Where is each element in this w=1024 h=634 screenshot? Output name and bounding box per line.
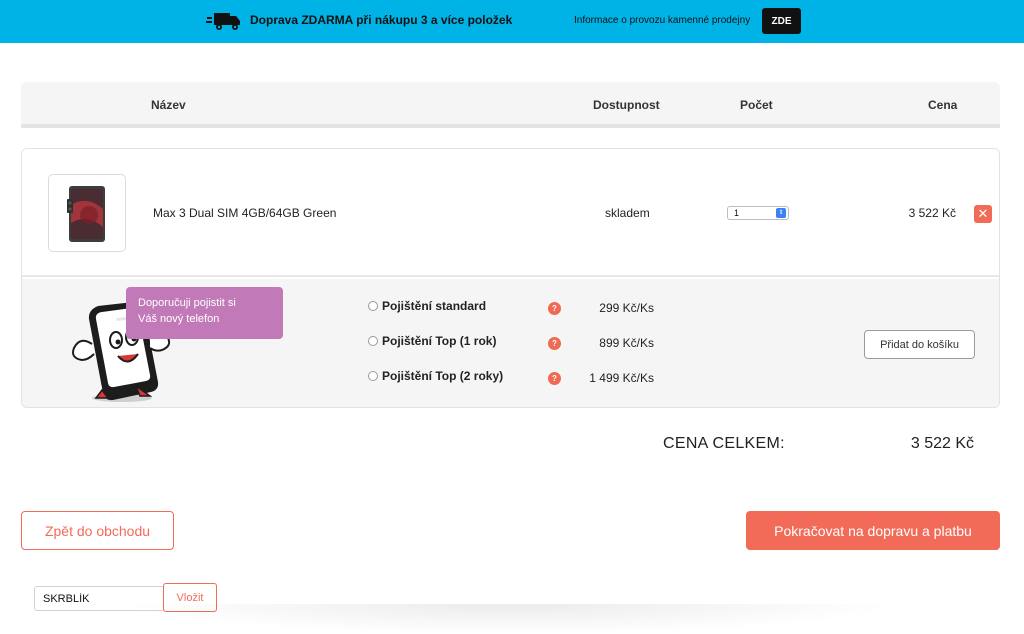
product-thumbnail[interactable] [48,174,126,252]
remove-item-button[interactable]: ✕ [974,205,992,223]
insurance-section: Doporučuji pojistit si Váš nový telefon … [22,279,999,407]
table-row: Max 3 Dual SIM 4GB/64GB Green skladem 1 … [22,149,999,277]
store-info-text: Informace o provozu kamenné prodejny [574,15,751,26]
insurance-label-top-1: Pojištění Top (1 rok) [382,334,497,348]
header-name: Název [151,98,186,112]
insurance-option-standard[interactable]: Pojištění standard [368,299,486,313]
footer-shadow [120,604,900,634]
bubble-line-1: Doporučuji pojistit si [138,297,236,309]
header-price: Cena [928,98,958,112]
truck-icon [206,13,240,30]
cart-table-header: Název Dostupnost Počet Cena [21,82,1000,128]
total-label: CENA CELKEM: [663,435,785,452]
insurance-price-top-2: 1 499 Kč/Ks [589,371,654,385]
store-info-button[interactable]: ZDE [762,8,801,34]
add-insurance-button[interactable]: Přidat do košíku [864,330,975,359]
cart-item-card: Max 3 Dual SIM 4GB/64GB Green skladem 1 … [21,148,1000,408]
close-icon: ✕ [977,206,989,221]
radio-top-2[interactable] [368,371,378,381]
insurance-price-standard: 299 Kč/Ks [599,301,654,315]
total-value: 3 522 Kč [910,435,974,452]
recommendation-bubble: Doporučuji pojistit si Váš nový telefon [126,287,283,339]
header-availability: Dostupnost [593,98,660,112]
select-arrows-icon: ⇕ [776,208,786,218]
product-name[interactable]: Max 3 Dual SIM 4GB/64GB Green [153,206,336,220]
item-price: 3 522 Kč [908,206,956,220]
phone-image [67,186,105,242]
promo-bar: Doprava ZDARMA při nákupu 3 a více polož… [0,0,1024,43]
back-to-shop-button[interactable]: Zpět do obchodu [21,511,174,550]
insurance-label-top-2: Pojištění Top (2 roky) [382,369,504,383]
continue-button[interactable]: Pokračovat na dopravu a platbu [746,511,1000,550]
radio-standard[interactable] [368,301,378,311]
insurance-option-top-2[interactable]: Pojištění Top (2 roky) [368,369,503,383]
promo-text: Doprava ZDARMA při nákupu 3 a více polož… [250,13,513,27]
quantity-value: 1 [734,208,740,218]
bubble-line-2: Váš nový telefon [138,313,220,325]
quantity-select[interactable]: 1 ⇕ [727,206,789,220]
header-quantity: Počet [740,98,773,112]
radio-top-1[interactable] [368,336,378,346]
insurance-price-top-1: 899 Kč/Ks [599,336,654,350]
insurance-label-standard: Pojištění standard [382,299,487,313]
availability-status: skladem [605,206,650,220]
insurance-option-top-1[interactable]: Pojištění Top (1 rok) [368,334,496,348]
